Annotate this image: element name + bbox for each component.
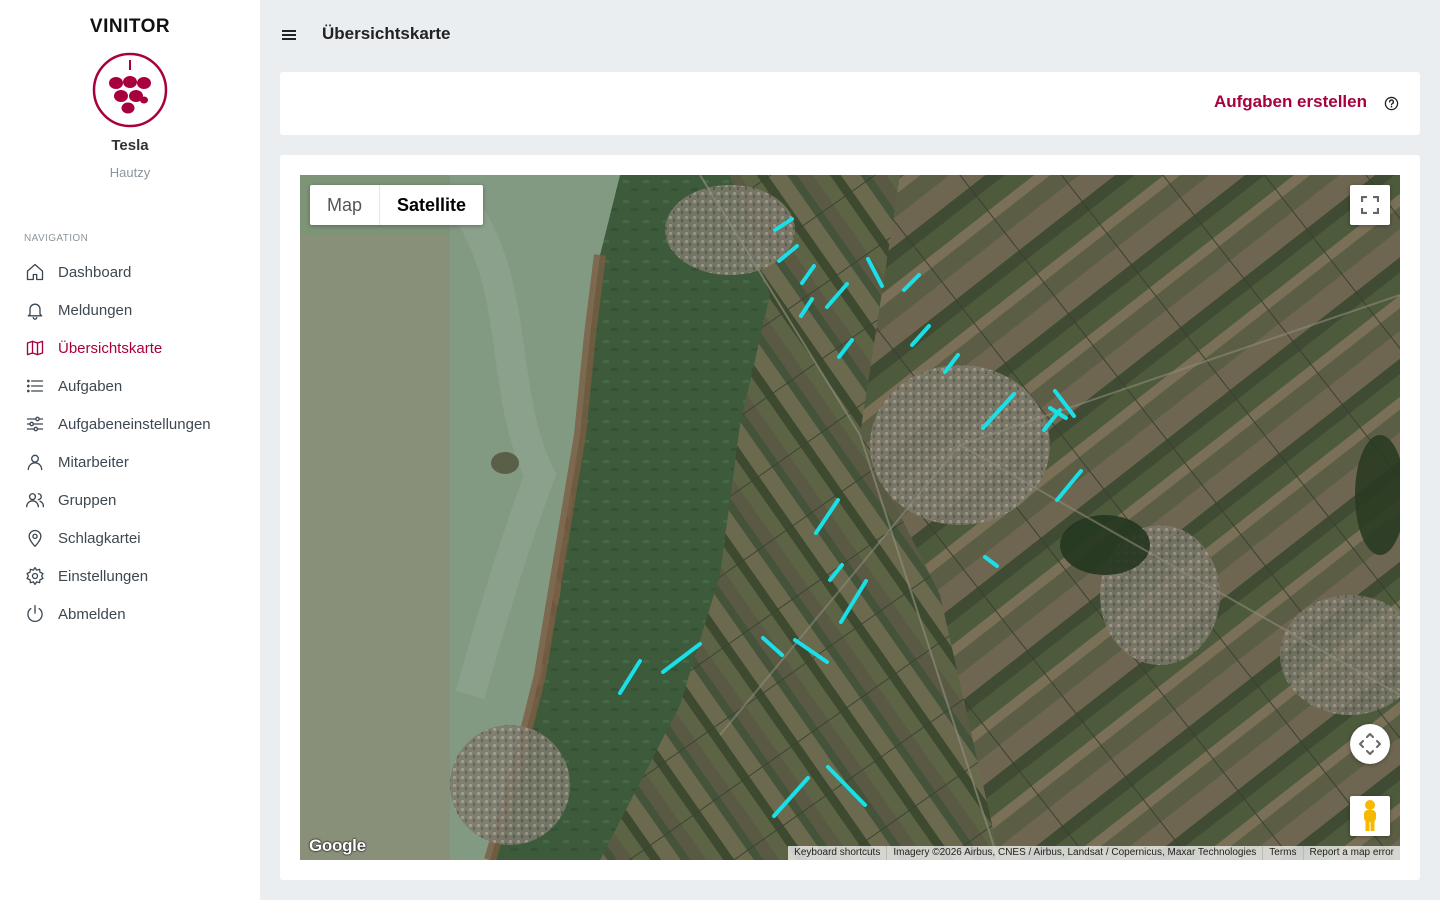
sidebar-item-aufgaben[interactable]: Aufgaben <box>0 367 260 405</box>
google-logo: Google <box>309 836 366 855</box>
map-card: Map Satellite Google Keyboard shortcuts … <box>280 155 1420 880</box>
user-subtitle: Hautzy <box>109 165 151 180</box>
camera-control-button[interactable] <box>1350 724 1390 764</box>
fullscreen-icon <box>1361 196 1379 214</box>
sidebar-item-label: Abmelden <box>58 605 126 623</box>
sidebar-item-label: Einstellungen <box>58 567 149 585</box>
help-icon[interactable] <box>1384 96 1399 111</box>
sidebar-item-dashboard[interactable]: Dashboard <box>0 253 260 291</box>
fullscreen-button[interactable] <box>1350 185 1390 225</box>
map-imagery <box>300 175 1400 860</box>
report-map-error-link[interactable]: Report a map error <box>1302 846 1400 860</box>
sidebar-item-label: Mitarbeiter <box>58 453 129 471</box>
sidebar-item-schlagkartei[interactable]: Schlagkartei <box>0 519 260 557</box>
move-arrows-icon <box>1359 733 1381 755</box>
create-tasks-button[interactable]: Aufgaben erstellen <box>1214 92 1367 112</box>
sidebar-item-label: Aufgaben <box>58 377 123 395</box>
gear-icon <box>24 565 46 587</box>
action-card: Aufgaben erstellen <box>280 72 1420 135</box>
terms-link[interactable]: Terms <box>1262 846 1302 860</box>
sidebar-item-gruppen[interactable]: Gruppen <box>0 481 260 519</box>
sidebar-item-label: Gruppen <box>58 491 117 509</box>
satellite-map[interactable]: Map Satellite Google Keyboard shortcuts … <box>300 175 1400 860</box>
users-icon <box>24 489 46 511</box>
map-pin-icon <box>24 527 46 549</box>
sliders-icon <box>24 413 46 435</box>
brand-name: VINITOR <box>89 16 171 37</box>
sidebar: VINITOR Tesla Hautzy NAVIGATION Dashboar… <box>0 0 260 900</box>
sidebar-item-label: Übersichtskarte <box>58 339 163 357</box>
power-icon <box>24 603 46 625</box>
sidebar-item-label: Aufgabeneinstellungen <box>58 415 211 433</box>
sidebar-item-label: Schlagkartei <box>58 529 141 547</box>
sidebar-item-abmelden[interactable]: Abmelden <box>0 595 260 633</box>
map-type-control: Map Satellite <box>310 185 484 225</box>
map-icon <box>24 337 46 359</box>
pegman-icon <box>1364 800 1376 831</box>
sidebar-item-meldungen[interactable]: Meldungen <box>0 291 260 329</box>
map-type-map-button[interactable]: Map <box>310 185 379 225</box>
page-title: Übersichtskarte <box>322 24 451 43</box>
map-attribution: Keyboard shortcuts Imagery ©2026 Airbus,… <box>788 846 1400 860</box>
bell-icon <box>24 299 46 321</box>
sidebar-item-uebersichtskarte[interactable]: Übersichtskarte <box>0 329 260 367</box>
nav-heading: NAVIGATION <box>24 233 89 244</box>
sidebar-item-aufgabeneinstellungen[interactable]: Aufgabeneinstellungen <box>0 405 260 443</box>
hamburger-menu-icon[interactable] <box>280 26 298 44</box>
sidebar-nav: Dashboard Meldungen Übersichtskarte Aufg… <box>0 253 260 633</box>
user-icon <box>24 451 46 473</box>
list-icon <box>24 375 46 397</box>
map-type-satellite-button[interactable]: Satellite <box>379 185 483 225</box>
sidebar-item-label: Meldungen <box>58 301 133 319</box>
vineyard-logo <box>92 52 168 128</box>
imagery-attribution: Imagery ©2026 Airbus, CNES / Airbus, Lan… <box>886 846 1262 860</box>
sidebar-item-label: Dashboard <box>58 263 132 281</box>
sidebar-item-mitarbeiter[interactable]: Mitarbeiter <box>0 443 260 481</box>
sidebar-item-einstellungen[interactable]: Einstellungen <box>0 557 260 595</box>
home-icon <box>24 261 46 283</box>
keyboard-shortcuts-link[interactable]: Keyboard shortcuts <box>788 846 886 860</box>
user-name: Tesla <box>111 137 149 154</box>
street-view-pegman-button[interactable] <box>1350 796 1390 836</box>
